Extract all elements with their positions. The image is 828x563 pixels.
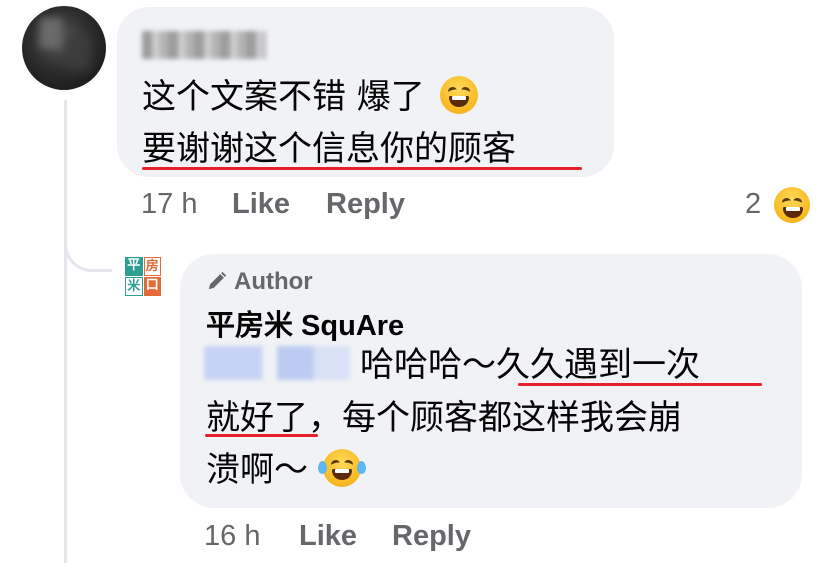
commenter-name-redacted[interactable] [142, 31, 266, 59]
comment-text-line2: 要谢谢这个信息你的顾客 [142, 129, 516, 169]
reply-timestamp[interactable]: 16 h [204, 520, 260, 553]
reaction-summary[interactable] [770, 187, 810, 223]
logo-char: 房 [143, 257, 161, 276]
tears-of-joy-face-icon [317, 449, 366, 487]
commenter-avatar[interactable] [22, 6, 106, 90]
logo-char: 米 [125, 277, 143, 296]
grinning-squinting-face-icon [439, 76, 478, 114]
haha-reaction-icon [774, 187, 810, 223]
logo-char: 口 [143, 277, 161, 296]
red-underline-annotation [518, 383, 762, 386]
thread-line [64, 100, 67, 563]
comment-bubble: 这个文案不错 爆了 要谢谢这个信息你的顾客 [117, 7, 614, 177]
author-label: Author [234, 268, 313, 295]
reaction-count[interactable]: 2 [745, 188, 761, 221]
pen-icon [208, 271, 227, 290]
reply-button[interactable]: Reply [326, 188, 405, 221]
comment-timestamp[interactable]: 17 h [141, 188, 197, 221]
comment-text-line1: 这个文案不错 爆了 [142, 77, 425, 117]
reply-text-line3: 溃啊～ [206, 450, 308, 490]
reply-button[interactable]: Reply [392, 520, 471, 553]
red-underline-annotation [142, 167, 582, 170]
reply-author-name[interactable]: 平房米 SquAre [206, 302, 404, 344]
reply-bubble: Author 平房米 SquAre 哈哈哈～久久遇到一次 就好了，每个顾客都这样… [180, 254, 802, 508]
page-avatar-logo[interactable]: 平 房 米 口 [125, 257, 165, 297]
like-button[interactable]: Like [299, 520, 357, 553]
like-button[interactable]: Like [232, 188, 290, 221]
mention-tag-redacted[interactable] [204, 346, 350, 380]
author-badge: Author [206, 268, 313, 296]
thread-connector [64, 228, 112, 272]
logo-char: 平 [125, 257, 143, 276]
red-underline-annotation [205, 434, 318, 437]
reply-text-line1: 哈哈哈～久久遇到一次 [360, 345, 700, 385]
